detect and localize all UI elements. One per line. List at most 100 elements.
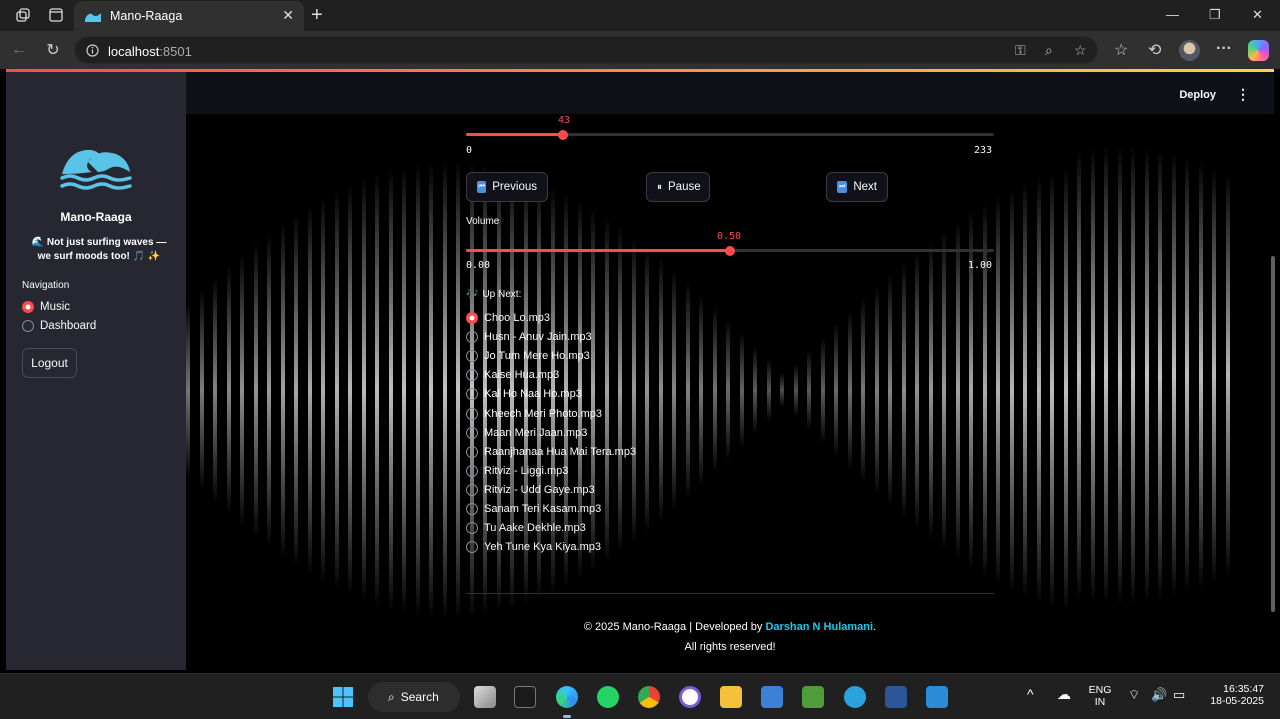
radio-selected-icon[interactable] — [466, 312, 478, 324]
waveform-bar — [280, 221, 285, 559]
media-player-icon[interactable] — [679, 686, 701, 708]
taskbar-search[interactable]: ⌕ Search — [368, 682, 460, 712]
back-icon[interactable]: ← — [8, 40, 30, 60]
word-icon[interactable] — [885, 686, 907, 708]
search-icon: ⌕ — [388, 689, 395, 704]
radio-unselected-icon[interactable] — [466, 445, 478, 458]
waveform-bar — [1117, 145, 1122, 605]
profile-avatar[interactable] — [1179, 40, 1200, 61]
waveform-bar — [996, 193, 1000, 587]
song-list-item[interactable]: Yeh Tune Kya Kiya.mp3 — [466, 541, 601, 554]
radio-unselected-icon[interactable] — [466, 369, 478, 382]
music-note-icon: 🎶 — [466, 289, 479, 300]
url-field[interactable]: localhost:8501 ⚿ ⌕ ☆ — [74, 36, 1098, 64]
song-list-item[interactable]: Raanjhanaa Hua Mai Tera.mp3 — [466, 445, 636, 458]
battery-icon[interactable]: ▭ — [1173, 687, 1185, 703]
zoom-icon[interactable]: ⌕ — [1045, 42, 1053, 59]
up-next-label: Up Next: — [482, 289, 522, 300]
song-list-item[interactable]: Tu Aake Dekhle.mp3 — [466, 522, 586, 535]
song-list-item[interactable]: Maan Meri Jaan.mp3 — [466, 426, 587, 439]
radio-unselected-icon[interactable] — [466, 350, 478, 363]
clock[interactable]: 16:35:47 18-05-2025 — [1200, 683, 1264, 707]
site-info-icon[interactable] — [86, 44, 99, 57]
close-window-icon[interactable]: ✕ — [1252, 7, 1263, 23]
volume-slider-thumb[interactable] — [725, 245, 735, 256]
radio-unselected-icon[interactable] — [466, 331, 478, 344]
radio-unselected-icon[interactable] — [466, 388, 478, 401]
onedrive-cloud-icon[interactable]: ☁ — [1057, 686, 1071, 703]
radio-unselected-icon[interactable] — [466, 464, 478, 477]
language-indicator[interactable]: ENG IN — [1084, 684, 1116, 708]
minimize-icon[interactable]: — — [1166, 7, 1179, 22]
notepad-icon[interactable] — [761, 686, 783, 708]
copilot-icon[interactable] — [1248, 40, 1269, 61]
previous-button[interactable]: ⏮ Previous — [466, 172, 548, 202]
song-list-item[interactable]: Kheech Meri Photo.mp3 — [466, 407, 602, 420]
windows-start-icon[interactable] — [332, 686, 354, 708]
next-button[interactable]: ⏭ Next — [826, 172, 888, 202]
radio-unselected-icon[interactable] — [466, 503, 478, 515]
radio-unselected-icon[interactable] — [466, 483, 478, 496]
whatsapp-icon[interactable] — [597, 686, 619, 708]
edge-browser-icon[interactable] — [556, 686, 578, 708]
song-list-item[interactable]: Kal Ho Naa Ho.mp3 — [466, 388, 582, 401]
waveform-bar — [334, 189, 339, 591]
page-scrollbar[interactable] — [1271, 256, 1275, 612]
song-list-item[interactable]: Husn - Anuv Jain.mp3 — [466, 331, 592, 344]
radio-unselected-icon[interactable] — [466, 407, 478, 420]
pause-button[interactable]: ⏸ Pause — [646, 172, 710, 202]
waveform-bar — [753, 345, 757, 435]
refresh-icon[interactable]: ↻ — [42, 40, 64, 60]
tray-chevron-icon[interactable]: ^ — [1027, 686, 1034, 702]
nav-radio-dashboard[interactable]: Dashboard — [22, 320, 96, 332]
vscode-icon[interactable] — [926, 686, 948, 708]
key-icon[interactable]: ⚿ — [1015, 42, 1026, 59]
more-menu-icon[interactable]: ··· — [1216, 40, 1232, 58]
favorite-star-icon[interactable]: ☆ — [1074, 42, 1087, 59]
radio-selected-icon[interactable] — [22, 301, 34, 313]
song-list-item[interactable]: Sanam Teri Kasam.mp3 — [466, 503, 601, 515]
navigation-label: Navigation — [22, 280, 70, 291]
file-explorer-icon[interactable] — [720, 686, 742, 708]
tab-actions-icon[interactable] — [45, 5, 67, 25]
workspaces-icon[interactable] — [12, 5, 34, 25]
waveform-bar — [294, 212, 298, 568]
address-bar-row: ← ↻ localhost:8501 ⚿ ⌕ ☆ ☆ ⟲ ··· — [0, 31, 1280, 69]
radio-unselected-icon[interactable] — [22, 320, 34, 332]
favorites-icon[interactable]: ☆ — [1114, 40, 1128, 60]
song-title: Kaise Hua.mp3 — [484, 369, 560, 382]
notes-app-icon[interactable] — [802, 686, 824, 708]
radio-unselected-icon[interactable] — [466, 541, 478, 554]
volume-slider-value: 0.50 — [717, 231, 742, 242]
nav-radio-music[interactable]: Music — [22, 301, 70, 313]
position-slider-thumb[interactable] — [558, 129, 569, 140]
position-slider-max: 233 — [974, 145, 993, 156]
logout-button[interactable]: Logout — [22, 348, 77, 378]
waveform-bar — [672, 268, 676, 512]
radio-unselected-icon[interactable] — [466, 426, 478, 439]
new-tab-icon[interactable]: + — [311, 4, 323, 27]
terminal-icon[interactable] — [514, 686, 536, 708]
deploy-button[interactable]: Deploy — [1179, 89, 1216, 101]
chrome-icon[interactable] — [638, 686, 660, 708]
waveform-bar — [766, 359, 771, 421]
song-list-item[interactable]: Ritviz - Udd Gaye.mp3 — [466, 483, 595, 496]
song-list-item[interactable]: Jo Tum Mere Ho.mp3 — [466, 350, 590, 363]
task-view-icon[interactable] — [474, 686, 496, 708]
volume-icon[interactable]: 🔊 — [1151, 687, 1167, 703]
song-list-item[interactable]: Ritviz - Liggi.mp3 — [466, 464, 568, 477]
history-icon[interactable]: ⟲ — [1148, 40, 1161, 60]
nav-item-label: Music — [40, 301, 71, 313]
wifi-icon[interactable]: ⌔ — [1128, 687, 1140, 703]
song-list-item[interactable]: Kaise Hua.mp3 — [466, 369, 560, 382]
telegram-icon[interactable] — [844, 686, 866, 708]
browser-tab-active[interactable]: Mano-Raaga ✕ — [74, 1, 304, 31]
waveform-bar — [685, 280, 690, 500]
close-tab-icon[interactable]: ✕ — [282, 7, 294, 24]
main-menu-icon[interactable]: ⋮ — [1236, 86, 1250, 103]
waveform-bar — [807, 350, 811, 430]
song-list-item[interactable]: Choo Lo.mp3 — [466, 312, 550, 324]
footer-suffix: . — [873, 621, 877, 633]
restore-icon[interactable]: ❐ — [1209, 7, 1221, 23]
radio-unselected-icon[interactable] — [466, 522, 478, 535]
